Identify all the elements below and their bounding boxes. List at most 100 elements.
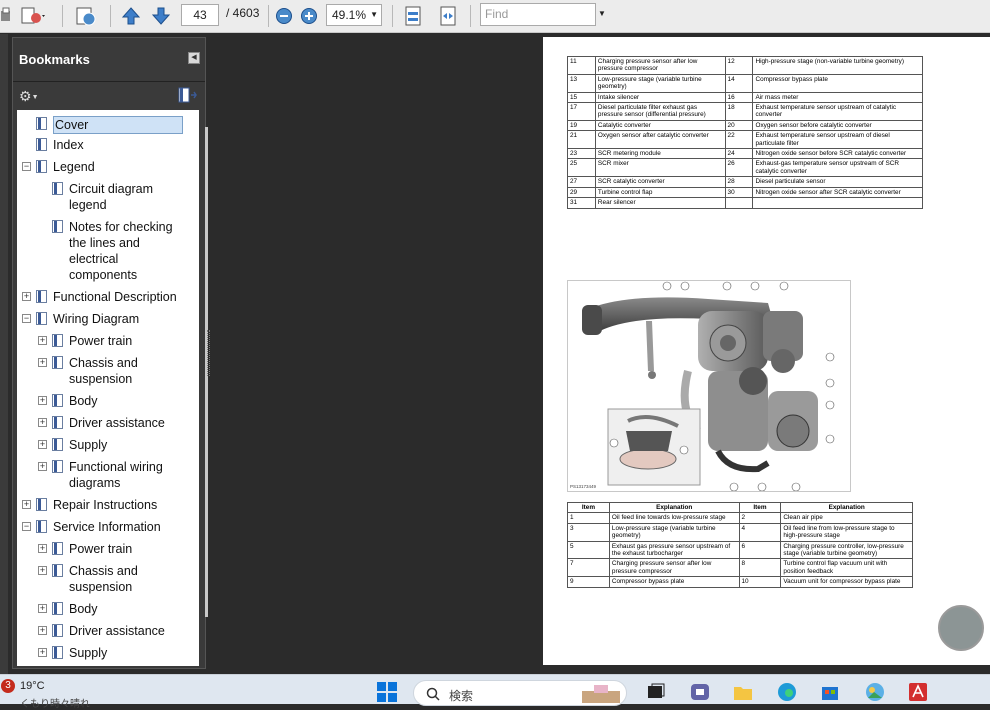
table-cell: 13 xyxy=(567,73,596,93)
notification-badge[interactable]: 3 xyxy=(1,679,15,693)
collapse-icon[interactable]: − xyxy=(22,314,31,323)
teams-icon[interactable] xyxy=(689,681,711,703)
bookmark-label: Supply xyxy=(69,646,108,660)
bookmark-icon xyxy=(36,520,47,533)
bookmark-icon xyxy=(52,416,63,429)
bookmark-label: Chassis and suspension xyxy=(69,564,138,594)
bookmark-label: Functional wiring diagrams xyxy=(69,460,163,490)
edge-icon[interactable] xyxy=(776,681,798,703)
bookmark-icon xyxy=(52,542,63,555)
bookmark-label: Power train xyxy=(69,542,133,556)
table-cell: SCR metering module xyxy=(594,148,726,160)
search-label: 検索 xyxy=(449,689,474,703)
table-row: 1 Oil feed line towards low-pressure stag… xyxy=(567,512,913,524)
table-cell xyxy=(752,197,923,209)
photos-icon[interactable] xyxy=(864,681,886,703)
weather-condition[interactable]: くもり時々晴れ xyxy=(20,695,90,710)
find-input[interactable]: Find xyxy=(480,3,596,26)
bookmark-icon xyxy=(52,220,63,233)
table-cell: 2 xyxy=(738,512,782,524)
expand-icon[interactable]: + xyxy=(38,336,47,345)
table-cell: Air mass meter xyxy=(752,91,923,104)
table-cell: 9 xyxy=(567,576,610,588)
table-cell: Exhaust temperature sensor upstream of c… xyxy=(752,102,923,121)
collapse-panel-icon[interactable]: ◀ xyxy=(188,52,200,64)
pdf-reader-icon[interactable] xyxy=(907,681,929,703)
options-gear-icon[interactable]: ⚙▼ xyxy=(19,88,39,105)
store-icon[interactable] xyxy=(819,681,841,703)
expand-icon[interactable]: + xyxy=(38,648,47,657)
attach-icon[interactable] xyxy=(20,4,46,28)
bookmark-label: Functional Description xyxy=(53,290,177,304)
bookmark-label: Legend xyxy=(53,160,95,174)
new-bookmark-icon[interactable] xyxy=(177,87,197,110)
expand-icon[interactable]: + xyxy=(38,462,47,471)
expand-icon[interactable]: + xyxy=(38,440,47,449)
fit-page-icon[interactable] xyxy=(402,4,424,28)
expand-icon[interactable]: + xyxy=(38,604,47,613)
weather-temperature[interactable]: 19°C xyxy=(20,680,45,692)
bookmark-label: Wiring Diagram xyxy=(53,312,140,326)
print-icon[interactable] xyxy=(0,4,12,28)
expand-icon[interactable]: + xyxy=(38,418,47,427)
collapse-icon[interactable]: − xyxy=(22,522,31,531)
bookmark-label: Supply xyxy=(69,438,108,452)
next-page-icon[interactable] xyxy=(150,4,172,28)
bookmark-label: Chassis and suspension xyxy=(69,356,138,386)
table-cell: Oxygen sensor after catalytic converter xyxy=(594,130,726,150)
previous-page-icon[interactable] xyxy=(120,4,142,28)
find-options-chevron-icon[interactable]: ▼ xyxy=(598,9,606,18)
bookmark-icon xyxy=(36,290,47,303)
collapse-icon[interactable]: − xyxy=(22,162,31,171)
left-strip xyxy=(0,34,8,674)
page-number-input[interactable]: 43 xyxy=(181,4,219,26)
table-cell: Oil feed line from low-pressure stage to… xyxy=(780,522,913,542)
table-cell: Charging pressure sensor after low press… xyxy=(594,56,726,75)
zoom-out-icon[interactable] xyxy=(274,4,294,28)
file-explorer-icon[interactable] xyxy=(732,681,754,703)
bookmark-scrollbar[interactable] xyxy=(204,127,210,657)
bookmark-label: Driver assistance xyxy=(69,416,165,430)
table-row: 27 SCR catalytic converter 28 Diesel partic… xyxy=(567,176,923,188)
expand-icon[interactable]: + xyxy=(38,626,47,635)
table-cell: Turbine control flap xyxy=(594,186,726,199)
bookmark-icon xyxy=(52,564,63,577)
turbocharger-diagram: PS13173449 xyxy=(567,280,851,492)
table-cell: 25 xyxy=(567,158,596,178)
expand-icon[interactable]: + xyxy=(22,292,31,301)
expand-icon[interactable]: + xyxy=(22,500,31,509)
zoom-in-icon[interactable] xyxy=(299,4,319,28)
search-highlight-icon xyxy=(582,685,620,703)
component-table-top: 11 Charging pressure sensor after low pre… xyxy=(567,56,923,209)
floating-assistant-button[interactable] xyxy=(938,605,984,651)
expand-icon[interactable]: + xyxy=(38,396,47,405)
expand-icon[interactable]: + xyxy=(38,566,47,575)
expand-icon[interactable]: + xyxy=(38,544,47,553)
bookmark-icon xyxy=(52,602,63,615)
zoom-select[interactable]: 49.1% ▼ xyxy=(326,4,382,26)
table-cell: 20 xyxy=(724,119,754,132)
table-row: 7 Charging pressure sensor after low pres… xyxy=(567,558,913,578)
taskbar-search[interactable]: 検索 xyxy=(413,680,627,706)
table-header: Item xyxy=(738,501,782,514)
table-cell: 1 xyxy=(567,512,610,524)
bookmark-label: Service Information xyxy=(53,520,161,534)
windows-start-icon[interactable] xyxy=(376,681,398,703)
table-cell: 23 xyxy=(567,148,596,160)
bookmark-tree: Cover Index − Legend Circuit diagram legend N… xyxy=(17,110,199,666)
panel-splitter[interactable] xyxy=(207,330,210,376)
table-row: 5 Exhaust gas pressure sensor upstream of… xyxy=(567,540,913,560)
fit-width-icon[interactable] xyxy=(437,4,459,28)
task-view-icon[interactable] xyxy=(645,681,667,703)
table-cell: Nitrogen oxide sensor after SCR catalyti… xyxy=(752,186,923,199)
expand-icon[interactable]: + xyxy=(38,358,47,367)
table-row: 31 Rear silencer xyxy=(567,197,923,209)
comment-icon[interactable] xyxy=(72,4,100,28)
table-row: 13 Low-pressure stage (variable turbine g… xyxy=(567,73,923,93)
zoom-value: 49.1% xyxy=(332,8,367,22)
bookmark-icon xyxy=(52,438,63,451)
table-cell: 11 xyxy=(567,56,596,75)
table-cell: 21 xyxy=(567,130,596,150)
bookmark-icon xyxy=(36,117,47,130)
table-row: 15 Intake silencer 16 Air mass meter xyxy=(567,91,923,104)
